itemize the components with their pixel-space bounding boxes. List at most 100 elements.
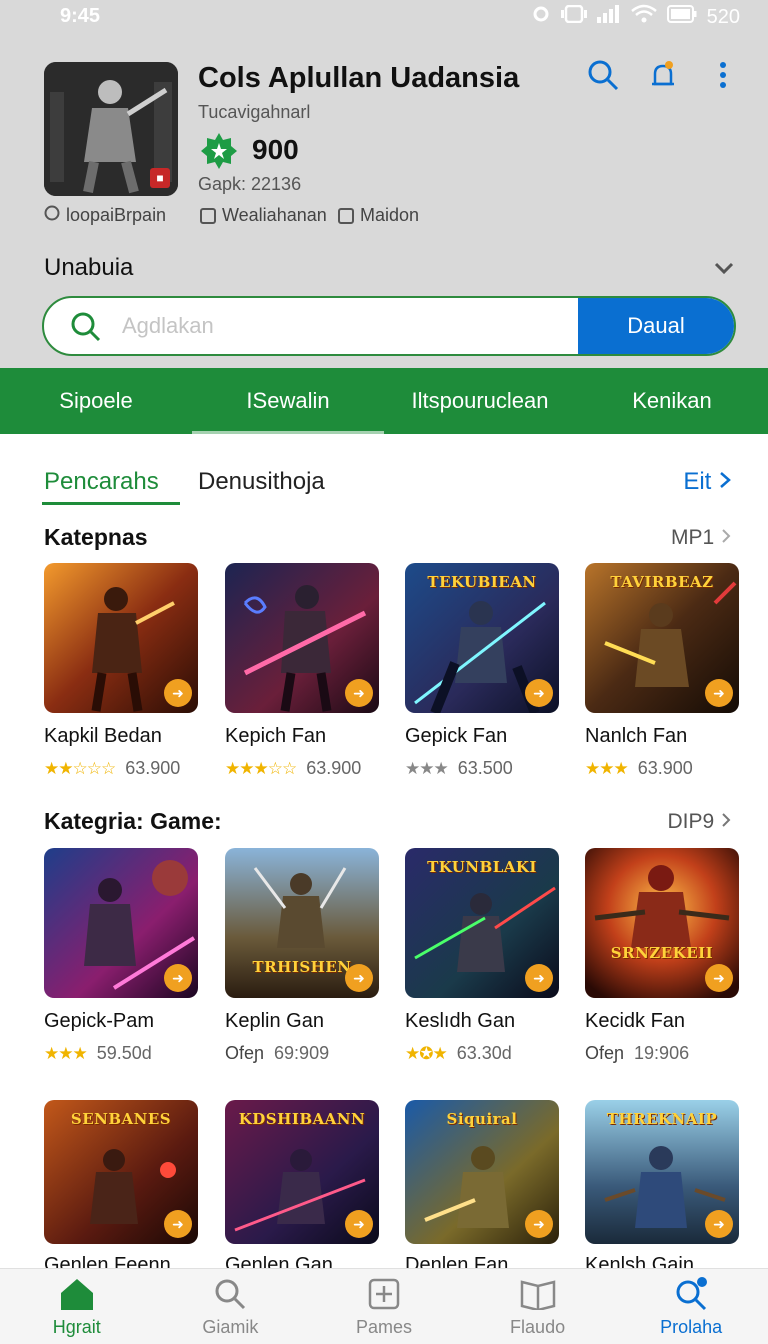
star-rating-icon: ★★☆☆☆ [44, 758, 116, 778]
game-card[interactable]: TRHISHEN ➜ Keplin Gan Ofeɲ 69:909 [225, 848, 379, 1064]
chevron-down-icon[interactable] [712, 256, 736, 280]
search-icon[interactable] [586, 58, 620, 92]
tab-1[interactable]: Pencarahs [44, 468, 159, 496]
game-rating: 63.900 [125, 758, 181, 778]
game-rating: 69:909 [274, 1043, 330, 1063]
status-bar: 9:45 520 [0, 0, 768, 34]
app-publisher-badge-icon: ■ [150, 168, 170, 188]
vibrate-status-icon [560, 4, 587, 29]
game-rating: 63.500 [457, 758, 513, 778]
bottom-nav-profile[interactable]: Prolaha [614, 1269, 768, 1344]
play-badge-icon: ➜ [164, 1210, 192, 1238]
search-input[interactable] [122, 298, 582, 354]
search-field-icon [70, 311, 102, 343]
game-card[interactable]: TKUNBLAKI ➜ Keslıdh Gan ★✪★ 63.30d [405, 848, 559, 1064]
meta-mid: Wealiahanan [200, 205, 327, 226]
play-badge-icon: ➜ [525, 1210, 553, 1238]
settings-status-icon [531, 4, 551, 30]
section-more-1[interactable]: MP1 [671, 526, 732, 550]
star-rating-icon: ★★★ [405, 758, 449, 778]
game-card[interactable]: Siquiral ➜ Denlen Fan [405, 1100, 559, 1277]
edit-link-label: Eit [683, 468, 712, 495]
game-thumbnail: TKUNBLAKI ➜ [405, 848, 559, 998]
game-rating-row: Ofeɲ 69:909 [225, 1043, 379, 1064]
status-time: 9:45 [60, 5, 101, 27]
game-rating: 59.50d [96, 1043, 152, 1063]
play-badge-icon: ➜ [525, 964, 553, 992]
meta-right: Maidon [338, 205, 419, 226]
game-card[interactable]: ➜ Gepick-Pam ★★★ 59.50d [44, 848, 198, 1064]
game-rating-row: ★★★ 59.50d [44, 1043, 198, 1064]
nav-item-3[interactable]: Iltspouruclean [384, 368, 576, 434]
play-badge-icon: ➜ [705, 679, 733, 707]
game-card[interactable]: ➜ Kepich Fan ★★★☆☆ 63.900 [225, 563, 379, 779]
search-button[interactable]: Daual [578, 298, 734, 354]
rating-prefix: Ofeɲ [225, 1043, 265, 1063]
game-rating-row: Ofeɲ 19:906 [585, 1043, 739, 1064]
section-more-2[interactable]: DIP9 [667, 810, 732, 834]
game-thumbnail: THREKNAIP ➜ [585, 1100, 739, 1244]
bottom-nav-home[interactable]: Hgrait [0, 1269, 154, 1344]
star-rating-icon: ★★★☆☆ [225, 758, 297, 778]
section-dropdown-label[interactable]: Unabuia [44, 254, 133, 282]
bottom-nav-home-label: Hgrait [52, 1317, 101, 1337]
library-icon [519, 1275, 557, 1313]
game-card[interactable]: SRNZEKEII ➜ Kecidk Fan Ofeɲ 19:906 [585, 848, 739, 1064]
tab-2[interactable]: Denusithoja [198, 468, 325, 496]
game-banner-text: TKUNBLAKI [427, 858, 537, 876]
game-thumbnail: SRNZEKEII ➜ [585, 848, 739, 998]
game-card[interactable]: TAVIRBEAZ ➜ Nanlch Fan ★★★ 63.900 [585, 563, 739, 779]
game-banner-text: SRNZEKEII [610, 944, 714, 962]
game-card[interactable]: ➜ Kapkil Bedan ★★☆☆☆ 63.900 [44, 563, 198, 779]
rating-prefix: Ofeɲ [585, 1043, 625, 1063]
play-badge-icon: ➜ [164, 964, 192, 992]
more-vert-icon[interactable] [706, 58, 740, 92]
tab-indicator [42, 502, 180, 505]
search-badge-icon [672, 1275, 710, 1313]
play-badge-icon: ➜ [345, 1210, 373, 1238]
bottom-nav-library-label: Flaudo [510, 1317, 566, 1337]
search-icon [211, 1275, 249, 1313]
meta-left-label: loopaiBrpain [66, 205, 167, 225]
game-thumbnail: ➜ [225, 563, 379, 713]
game-name: Gepick Fan [405, 725, 508, 747]
game-card[interactable]: THREKNAIP ➜ Kenlsh Gain [585, 1100, 739, 1277]
play-badge-icon: ➜ [345, 964, 373, 992]
game-card[interactable]: TEKUBIEAN ➜ Gepick Fan ★★★ 63.500 [405, 563, 559, 779]
game-rating-row: ★★★ 63.900 [585, 758, 739, 779]
game-name: Nanlch Fan [585, 725, 688, 747]
search-bar: Daual [42, 296, 736, 356]
bottom-nav-games-label: Pames [355, 1317, 412, 1337]
game-banner-text: THREKNAIP [606, 1110, 718, 1128]
play-badge-icon: ➜ [705, 1210, 733, 1238]
notification-bell-icon[interactable] [646, 58, 680, 92]
game-thumbnail: SENBANES ➜ [44, 1100, 198, 1244]
chevron-right-icon [720, 810, 732, 833]
nav-item-1[interactable]: Sipoele [0, 368, 192, 434]
app-icon: ■ [44, 62, 178, 196]
app-rating: 900 [252, 134, 299, 165]
home-icon [58, 1275, 96, 1313]
info-icon [44, 205, 60, 226]
game-rating-row: ★★★ 63.500 [405, 758, 559, 779]
nav-item-4[interactable]: Kenikan [576, 368, 768, 434]
bottom-nav-games[interactable]: Pames [307, 1269, 461, 1344]
star-rating-icon: ★✪★ [405, 1043, 448, 1063]
bottom-navigation: Hgrait Giamik Pames Flaudo Prolaha [0, 1268, 768, 1344]
game-card[interactable]: SENBANES ➜ Genlen Feenn [44, 1100, 198, 1277]
bottom-nav-search[interactable]: Giamik [154, 1269, 308, 1344]
star-rating-icon: ★★★ [585, 758, 629, 778]
app-size: Gapk: 22136 [198, 174, 302, 194]
bookmark-icon [200, 207, 216, 224]
app-developer[interactable]: Tucavigahnarl [198, 102, 310, 123]
section-more-2-label: DIP9 [667, 810, 715, 833]
nav-item-2[interactable]: ISewalin [192, 368, 384, 434]
rating-badge-icon [200, 132, 238, 170]
play-badge-icon: ➜ [164, 679, 192, 707]
game-rating-row: ★✪★ 63.30d [405, 1043, 559, 1064]
bottom-nav-library[interactable]: Flaudo [461, 1269, 615, 1344]
game-name: Gepick-Pam [44, 1010, 155, 1032]
game-card[interactable]: KDSHIBAANN ➜ Genlen Gan [225, 1100, 379, 1277]
tab-bar: Pencarahs Denusithoja Eit [0, 460, 768, 506]
edit-link[interactable]: Eit [683, 468, 732, 496]
